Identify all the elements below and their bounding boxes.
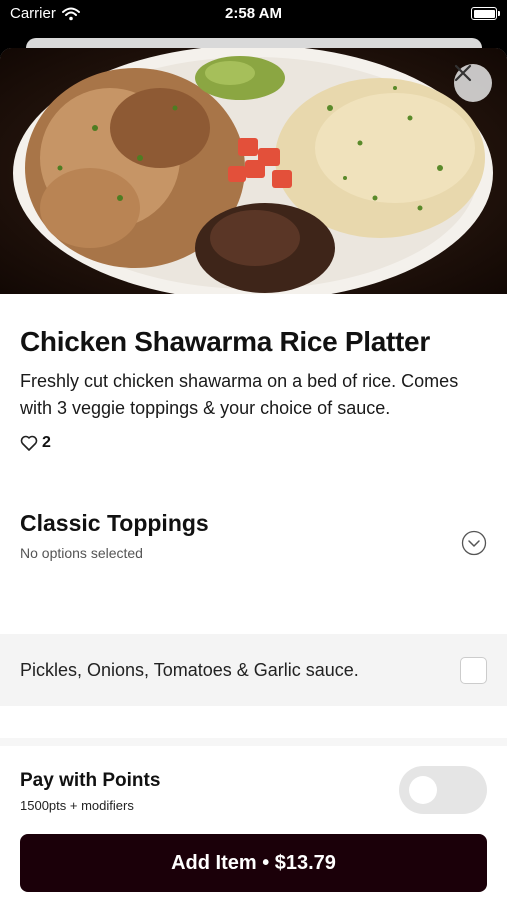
topping-option[interactable]: Pickles, Onions, Tomatoes & Garlic sauce… (0, 634, 507, 706)
toggle-knob (409, 776, 437, 804)
close-icon (454, 64, 472, 82)
close-button[interactable] (454, 64, 492, 102)
points-subtitle: 1500pts + modifiers (20, 798, 134, 813)
item-title: Chicken Shawarma Rice Platter (20, 326, 430, 357)
item-description: Freshly cut chicken shawarma on a bed of… (20, 371, 459, 418)
item-detail-sheet: Chicken Shawarma Rice Platter Freshly cu… (0, 48, 507, 900)
heart-icon (20, 435, 38, 451)
points-toggle[interactable] (399, 766, 487, 814)
likes-counter[interactable]: 2 (20, 434, 487, 452)
points-title: Pay with Points (20, 770, 161, 791)
section-title: Classic Toppings (20, 510, 209, 536)
option-label: Pickles, Onions, Tomatoes & Garlic sauce… (20, 659, 359, 680)
pay-with-points: Pay with Points 1500pts + modifiers (20, 770, 160, 813)
classic-toppings-header[interactable]: Classic Toppings No options selected (20, 510, 487, 590)
item-photo (0, 48, 507, 294)
food-plate-image (0, 48, 507, 294)
status-bar: Carrier 2:58 AM (0, 0, 507, 30)
item-info: Chicken Shawarma Rice Platter Freshly cu… (0, 326, 507, 590)
status-time: 2:58 AM (225, 5, 282, 22)
likes-count: 2 (42, 434, 51, 451)
battery-icon (471, 7, 500, 20)
add-item-label: Add Item • $13.79 (171, 851, 336, 874)
add-item-button[interactable]: Add Item • $13.79 (20, 834, 487, 892)
chevron-down-icon[interactable] (461, 530, 487, 556)
section-divider (0, 738, 507, 746)
option-checkbox[interactable] (460, 656, 487, 684)
section-subtitle: No options selected (20, 545, 143, 561)
